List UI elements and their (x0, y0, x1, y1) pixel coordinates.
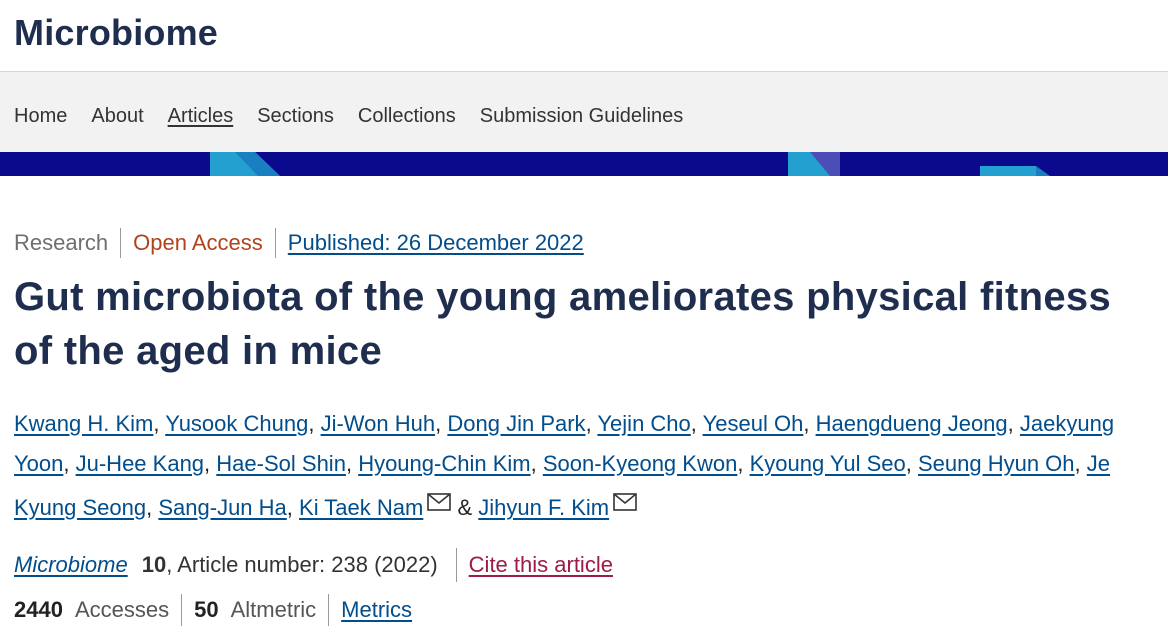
citation-info: Microbiome 10, Article number: 238 (2022… (14, 548, 613, 582)
article-meta: Research Open Access Published: 26 Decem… (14, 228, 584, 258)
author-link[interactable]: Yejin Cho (597, 411, 690, 436)
altmetric-label: Altmetric (230, 597, 317, 622)
decorative-banner (0, 152, 1168, 176)
nav-item-about[interactable]: About (91, 104, 143, 128)
author-link[interactable]: Hyoung-Chin Kim (358, 451, 530, 476)
author-separator: , (1074, 451, 1081, 476)
author-separator: , (530, 451, 537, 476)
nav-list: Home About Articles Sections Collections… (14, 104, 707, 128)
divider (120, 228, 122, 258)
author-separator: , (153, 411, 160, 436)
divider (455, 548, 457, 582)
author-list: Kwang H. Kim, Yusook Chung, Ji-Won Huh, … (14, 404, 1154, 528)
author-separator: , (345, 451, 353, 476)
author-separator: , (585, 411, 592, 436)
author-link[interactable]: Ki Taek Nam (299, 495, 423, 520)
author-link[interactable]: Kwang H. Kim (14, 411, 153, 436)
author-link[interactable]: Jihyun F. Kim (478, 495, 609, 520)
journal-link[interactable]: Microbiome (14, 551, 128, 579)
nav-item-sections[interactable]: Sections (257, 104, 334, 128)
divider (181, 594, 183, 626)
author-link[interactable]: Dong Jin Park (447, 411, 585, 436)
banner-pattern (210, 152, 1050, 176)
article-title: Gut microbiota of the young ameliorates … (14, 275, 1112, 373)
author-separator: , (690, 411, 697, 436)
author-link[interactable]: Soon-Kyeong Kwon (543, 451, 737, 476)
author-link[interactable]: Ju-Hee Kang (76, 451, 204, 476)
article-number: , Article number: 238 (2022) (166, 552, 438, 577)
main-nav: Home About Articles Sections Collections… (0, 72, 1168, 152)
nav-item-articles[interactable]: Articles (168, 104, 234, 128)
author-separator: , (905, 451, 912, 476)
nav-item-home[interactable]: Home (14, 104, 67, 128)
author-separator: , (1007, 411, 1014, 436)
nav-item-submission-guidelines[interactable]: Submission Guidelines (480, 104, 683, 128)
journal-title-link[interactable]: Microbiome (14, 12, 218, 54)
article-metrics: 2440 Accesses 50 Altmetric Metrics (14, 594, 412, 626)
divider (274, 228, 276, 258)
author-separator: , (286, 495, 293, 520)
open-access-badge: Open Access (133, 230, 263, 255)
email-icon[interactable] (427, 484, 452, 524)
author-separator: , (204, 451, 211, 476)
author-separator: , (146, 495, 153, 520)
cite-article-link[interactable]: Cite this article (469, 551, 613, 579)
author-separator: , (803, 411, 810, 436)
divider (328, 594, 330, 626)
author-separator: , (308, 411, 315, 436)
article-type: Research (14, 230, 109, 255)
accesses-label: Accesses (74, 597, 170, 622)
author-separator: , (737, 451, 744, 476)
author-conjunction: & (457, 495, 473, 520)
author-link[interactable]: Sang-Jun Ha (158, 495, 286, 520)
volume-number: 10 (141, 552, 167, 577)
author-link[interactable]: Haengdueng Jeong (816, 411, 1008, 436)
author-link[interactable]: Kyoung Yul Seo (750, 451, 906, 476)
metrics-link[interactable]: Metrics (341, 596, 412, 624)
email-icon[interactable] (613, 484, 637, 524)
author-link[interactable]: Ji-Won Huh (321, 411, 436, 436)
author-link[interactable]: Yusook Chung (165, 411, 308, 436)
author-link[interactable]: Yeseul Oh (703, 411, 804, 436)
accesses-count: 2440 (14, 597, 63, 622)
altmetric-count: 50 (194, 597, 219, 622)
masthead: Microbiome (0, 0, 1168, 72)
published-date-link[interactable]: Published: 26 December 2022 (288, 229, 584, 257)
author-separator: , (435, 411, 442, 436)
author-separator: , (63, 451, 70, 476)
nav-item-collections[interactable]: Collections (358, 104, 456, 128)
author-link[interactable]: Seung Hyun Oh (918, 451, 1075, 476)
author-link[interactable]: Hae-Sol Shin (216, 451, 346, 476)
